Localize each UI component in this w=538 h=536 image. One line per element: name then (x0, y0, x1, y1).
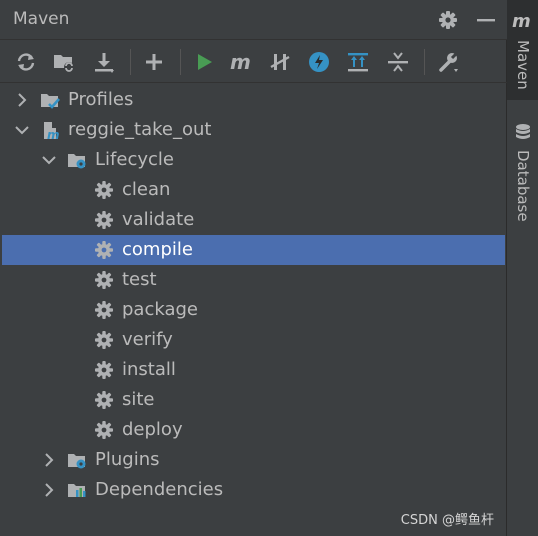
execute-goal-icon[interactable]: m (229, 50, 253, 74)
collapse-all-icon[interactable] (386, 50, 410, 74)
tree-item-label: Profiles (68, 89, 134, 110)
gear-icon (94, 330, 114, 350)
tree-item-label: reggie_take_out (68, 119, 212, 140)
svg-text:m: m (512, 11, 531, 32)
right-tool-strip: m Maven Database (507, 0, 538, 536)
gear-icon (94, 360, 114, 380)
gear-icon (94, 210, 114, 230)
lifecycle-folder-icon (67, 150, 87, 170)
tree-item-lifecycle[interactable]: Lifecycle (2, 145, 505, 175)
generate-sources-icon[interactable] (52, 50, 76, 74)
maven-tool-window: Maven m Profiles m reggie_take_out Lifec… (0, 0, 507, 536)
goal-item-package[interactable]: package (2, 295, 505, 325)
minimize-icon[interactable] (475, 9, 497, 31)
goal-item-validate[interactable]: validate (2, 205, 505, 235)
settings-wrench-icon[interactable] (437, 50, 461, 74)
goal-label: test (122, 269, 157, 290)
chevron-right-icon[interactable] (12, 90, 32, 110)
gear-icon[interactable] (437, 9, 459, 31)
profiles-folder-icon (40, 90, 60, 110)
watermark: CSDN @鳄鱼杆 (400, 513, 494, 528)
toolbar-separator (180, 49, 181, 75)
plugins-folder-icon (67, 450, 87, 470)
goal-label: deploy (122, 419, 183, 440)
tool-window-header: Maven (0, 0, 507, 40)
goal-item-site[interactable]: site (2, 385, 505, 415)
chevron-down-icon[interactable] (39, 150, 59, 170)
chevron-right-icon[interactable] (39, 450, 59, 470)
tree-item-plugins[interactable]: Plugins (2, 445, 505, 475)
gear-icon (94, 180, 114, 200)
gear-icon (94, 420, 114, 440)
gear-icon (94, 240, 114, 260)
goal-item-install[interactable]: install (2, 355, 505, 385)
database-tab-label: Database (514, 150, 532, 222)
chevron-down-icon[interactable] (12, 120, 32, 140)
skip-tests-icon[interactable] (307, 50, 331, 74)
maven-side-tab[interactable]: m Maven (507, 0, 538, 100)
goal-label: compile (122, 239, 193, 260)
gear-icon (94, 270, 114, 290)
download-icon[interactable] (92, 50, 116, 74)
add-icon[interactable] (142, 50, 166, 74)
goal-item-verify[interactable]: verify (2, 325, 505, 355)
tool-window-title: Maven (13, 9, 70, 29)
tree-item-profiles[interactable]: Profiles (2, 85, 505, 115)
goal-item-compile[interactable]: compile (2, 235, 505, 265)
reload-icon[interactable] (14, 50, 38, 74)
goal-label: install (122, 359, 176, 380)
toolbar-separator (130, 49, 131, 75)
maven-tab-label: Maven (514, 40, 532, 90)
gear-icon (94, 300, 114, 320)
svg-text:m: m (230, 50, 251, 74)
dependencies-folder-icon (67, 480, 87, 500)
svg-text:m: m (47, 128, 60, 140)
goal-label: verify (122, 329, 173, 350)
maven-project-icon: m (40, 120, 60, 142)
tree-item-label: Dependencies (95, 479, 224, 500)
goal-label: validate (122, 209, 195, 230)
maven-m-icon: m (512, 10, 534, 36)
tree-item-project[interactable]: m reggie_take_out (2, 115, 505, 145)
tree-item-dependencies[interactable]: Dependencies (2, 475, 505, 505)
database-icon (514, 123, 532, 147)
run-icon[interactable] (192, 50, 216, 74)
show-dependencies-icon[interactable] (346, 50, 370, 74)
goal-label: clean (122, 179, 171, 200)
goal-label: site (122, 389, 155, 410)
toolbar-separator (424, 49, 425, 75)
chevron-right-icon[interactable] (39, 480, 59, 500)
goal-item-clean[interactable]: clean (2, 175, 505, 205)
database-side-tab[interactable]: Database (507, 115, 538, 230)
goal-item-deploy[interactable]: deploy (2, 415, 505, 445)
goal-item-test[interactable]: test (2, 265, 505, 295)
maven-toolbar: m (0, 41, 507, 83)
toggle-offline-icon[interactable] (268, 50, 292, 74)
tree-item-label: Plugins (95, 449, 160, 470)
goal-label: package (122, 299, 198, 320)
tree-item-label: Lifecycle (95, 149, 174, 170)
gear-icon (94, 390, 114, 410)
